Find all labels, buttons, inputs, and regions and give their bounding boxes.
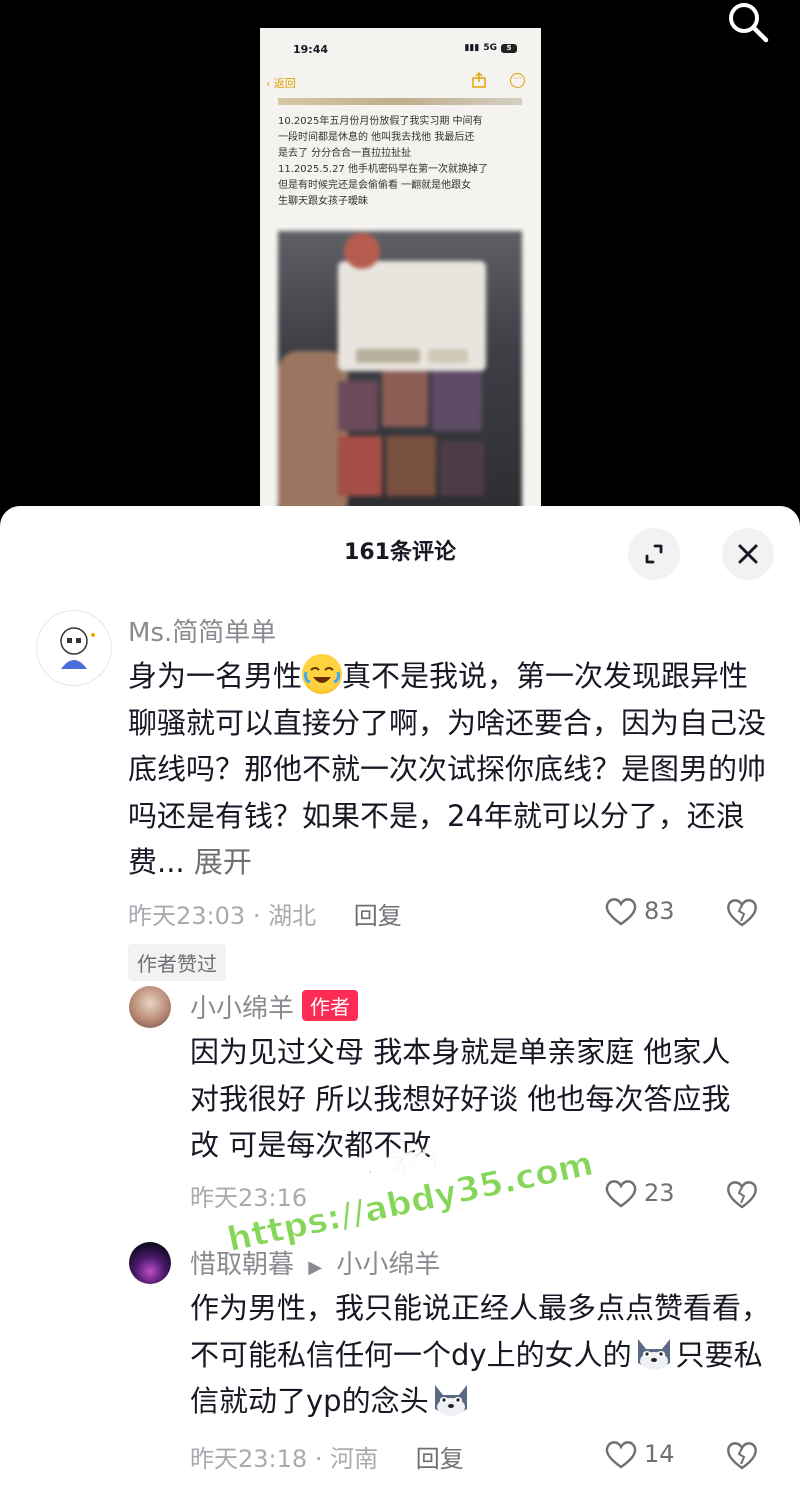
comment-username[interactable]: 小小绵羊 作者: [190, 988, 359, 1025]
comment-time: 昨天23:18: [190, 1445, 308, 1473]
photo-thumb: [382, 371, 428, 427]
more-icon: ···: [510, 73, 525, 88]
note-line: 但是有时候完还是会偷偷看 一翻就是他跟女: [278, 180, 472, 191]
photo-thumb: [440, 441, 484, 496]
note-line: 生聊天跟女孩子暧昧: [278, 196, 368, 207]
like-button[interactable]: 83: [604, 896, 675, 926]
video-area[interactable]: 19:44 ▮▮▮ 5G 5 ‹ 返回 ··· 10.2025年五月份月份放假了…: [0, 0, 800, 520]
phone-back-label: 返回: [273, 77, 296, 90]
author-liked-badge: 作者赞过: [128, 944, 226, 981]
comment-text: 身为一名男性 真不是我说，第一次发现跟异性聊骚就可以直接分了啊，为啥还要合，因为自…: [128, 653, 768, 886]
comment-username[interactable]: Ms.简简单单: [128, 612, 276, 649]
avatar[interactable]: [129, 986, 171, 1028]
like-count: 14: [644, 1440, 675, 1468]
search-icon: [729, 3, 769, 43]
reply-button[interactable]: 回复: [416, 1445, 464, 1473]
comment-sheet: 161条评论 Ms.简简单单 身为一名男性 真不是我说，第一次发现跟异性聊骚就可以…: [0, 506, 800, 1494]
search-button[interactable]: [722, 0, 778, 48]
note-line: 10.2025年五月份月份放假了我实习期 中间有: [278, 116, 483, 127]
photo-button: [428, 349, 468, 363]
comment-text: 作为男性，我只能说正经人最多点点赞看看，不可能私信任何一个dy上的女人的 只要私信…: [190, 1285, 770, 1425]
phone-nav-bar: ‹ 返回 ···: [260, 68, 541, 98]
comment-meta: 昨天23:18 · 河南 回复: [190, 1439, 464, 1474]
phone-note-text: 10.2025年五月份月份放假了我实习期 中间有 一段时间都是休息的 他叫我去找…: [278, 114, 524, 210]
signal-icon: ▮▮▮: [464, 43, 480, 53]
battery-icon: 5: [501, 43, 517, 53]
expand-button[interactable]: [628, 528, 680, 580]
avatar-cartoon-icon: [60, 627, 95, 669]
expand-icon: [645, 544, 663, 564]
comment-count-title: 161条评论: [344, 540, 456, 565]
photo-button: [356, 349, 420, 363]
avatar[interactable]: [36, 610, 112, 686]
photo-avatar: [344, 233, 380, 269]
comment-meta: 昨天23:03 · 湖北 回复: [128, 896, 402, 931]
crying-laughing-emoji-icon: [302, 654, 343, 694]
photo-thumb: [338, 381, 378, 431]
phone-image-strip: [278, 98, 522, 105]
photo-thumb: [338, 436, 382, 496]
broken-heart-icon[interactable]: [726, 897, 758, 927]
like-button[interactable]: 23: [604, 1178, 675, 1208]
heart-icon: [605, 1180, 637, 1208]
phone-status-bar: 19:44 ▮▮▮ 5G 5: [260, 28, 541, 68]
doge-emoji-icon: [632, 1333, 676, 1373]
expand-comment-link[interactable]: 展开: [194, 845, 252, 879]
broken-heart-icon[interactable]: [726, 1440, 758, 1470]
heart-icon: [605, 1441, 637, 1469]
avatar[interactable]: [129, 1242, 171, 1284]
comment-text-part: 身为一名男性: [128, 659, 303, 693]
comment-username-text: 小小绵羊: [190, 994, 295, 1024]
phone-signal: ▮▮▮ 5G 5: [464, 43, 517, 53]
chevron-left-icon: ‹: [266, 77, 274, 90]
share-icon: [472, 72, 486, 88]
network-label: 5G: [483, 43, 497, 53]
note-line: 一段时间都是休息的 他叫我去找他 我最后还: [278, 132, 475, 143]
broken-heart-icon[interactable]: [726, 1179, 758, 1209]
blurred-photo: [278, 231, 522, 520]
photo-thumb: [386, 436, 436, 496]
photo-thumb: [432, 371, 482, 431]
author-tag: 作者: [302, 990, 359, 1021]
meta-separator: ·: [314, 1445, 331, 1473]
note-line: 11.2025.5.27 他手机密码早在第一次就换掉了: [278, 164, 488, 175]
comment-location: 湖北: [268, 902, 317, 930]
like-count: 23: [644, 1179, 675, 1207]
phone-back: ‹ 返回: [266, 75, 296, 91]
like-count: 83: [644, 897, 675, 925]
comment-location: 河南: [330, 1445, 379, 1473]
meta-separator: ·: [252, 902, 269, 930]
reply-button[interactable]: 回复: [354, 902, 402, 930]
phone-time: 19:44: [293, 43, 329, 56]
close-button[interactable]: [722, 528, 774, 580]
comment-time: 昨天23:03: [128, 902, 246, 930]
video-frame-phone-screenshot: 19:44 ▮▮▮ 5G 5 ‹ 返回 ··· 10.2025年五月份月份放假了…: [260, 28, 541, 520]
doge-emoji-icon: [429, 1379, 473, 1419]
note-line: 是去了 分分合合一直拉拉扯扯: [278, 148, 412, 159]
close-icon: [738, 544, 758, 564]
heart-icon: [605, 898, 637, 926]
like-button[interactable]: 14: [604, 1439, 675, 1469]
